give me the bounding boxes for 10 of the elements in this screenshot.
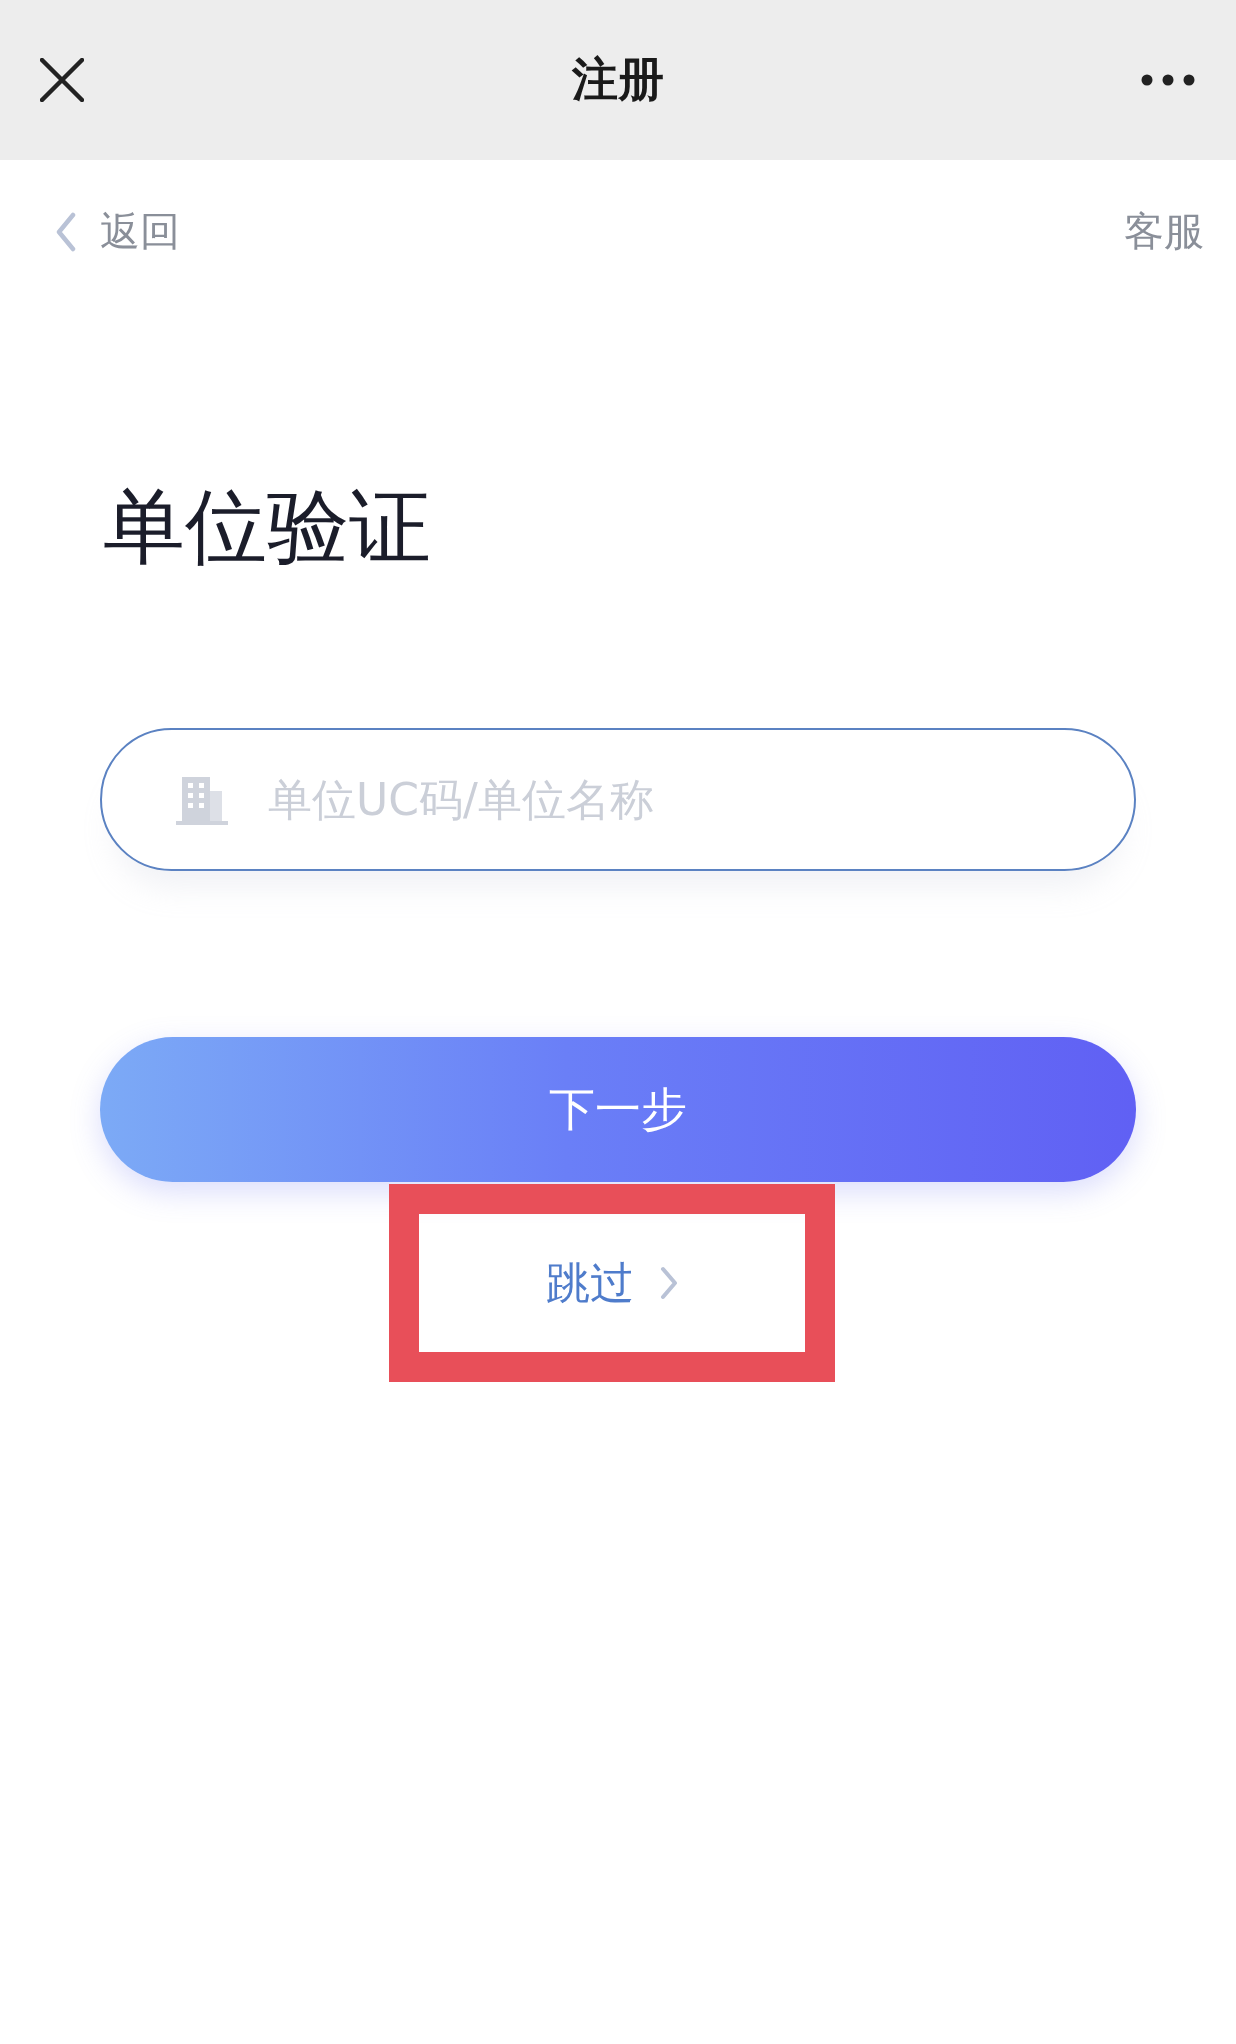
chevron-left-icon — [56, 211, 76, 252]
chevron-right-icon — [660, 1266, 678, 1300]
more-icon[interactable] — [1140, 73, 1196, 87]
next-step-button[interactable]: 下一步 — [100, 1037, 1136, 1182]
customer-service-link[interactable]: 客服 — [1124, 204, 1204, 259]
page-heading: 单位验证 — [103, 478, 432, 576]
skip-link[interactable]: 跳过 — [546, 1253, 678, 1313]
close-icon[interactable] — [40, 58, 84, 102]
page-title: 注册 — [572, 51, 664, 108]
back-button[interactable]: 返回 — [56, 204, 180, 259]
